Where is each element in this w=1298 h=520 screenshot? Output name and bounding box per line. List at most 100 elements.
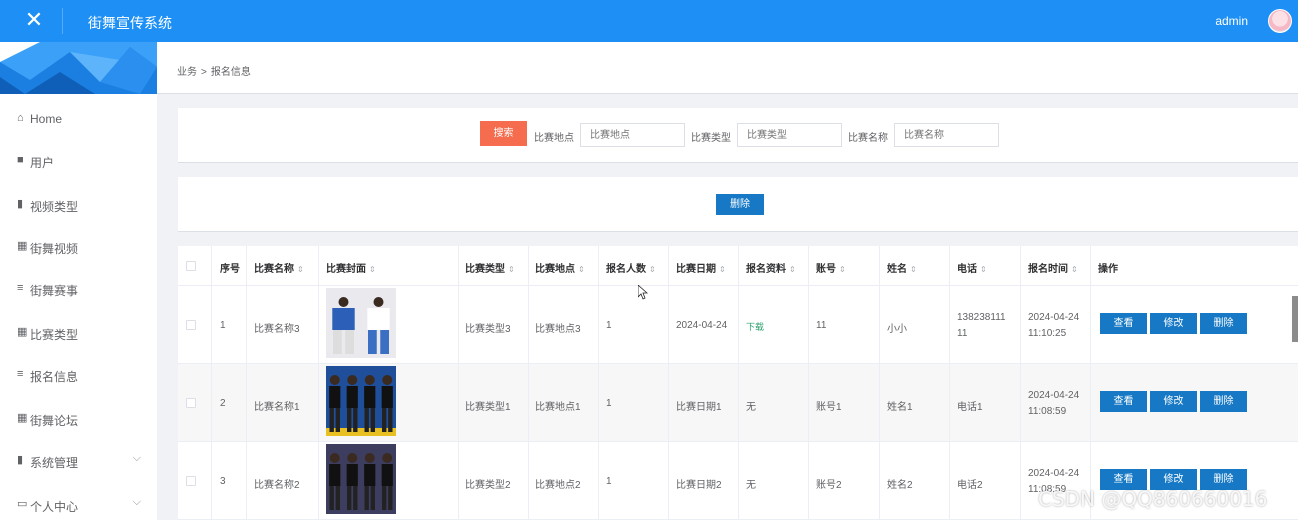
column-header[interactable]: 比赛封面 ⇕ — [326, 260, 376, 275]
sort-icon[interactable]: ⇕ — [649, 265, 656, 274]
column-divider — [318, 246, 319, 520]
column-header[interactable]: 比赛日期 ⇕ — [676, 260, 726, 275]
mouse-cursor-icon — [638, 285, 648, 300]
sidebar-item-8[interactable]: ▮ 系统管理 ⌵ — [0, 441, 157, 481]
breadcrumb-parent[interactable]: 业务 — [177, 67, 197, 78]
type-label: 比赛类型 — [691, 133, 731, 144]
edit-button[interactable]: 修改 — [1150, 391, 1197, 412]
batch-delete-button[interactable]: 删除 — [716, 194, 764, 215]
column-header[interactable]: 报名人数 ⇕ — [606, 260, 656, 275]
column-header[interactable]: 报名时间 ⇕ — [1028, 260, 1078, 275]
column-divider — [808, 246, 809, 520]
account: 11 — [816, 320, 827, 331]
column-divider — [246, 246, 247, 520]
grid-icon: ▦ — [17, 240, 28, 252]
column-header: 操作 — [1098, 260, 1118, 275]
delete-button[interactable]: 删除 — [1200, 313, 1247, 334]
row-checkbox[interactable] — [186, 398, 196, 408]
signup-time: 2024-04-24 11:08:59 — [1028, 388, 1079, 420]
column-header-label: 比赛封面 — [326, 264, 366, 275]
user-name[interactable]: admin — [1215, 14, 1248, 28]
column-header-label: 比赛地点 — [535, 264, 575, 275]
sort-icon[interactable]: ⇕ — [719, 265, 726, 274]
sidebar-item-4[interactable]: ≡ 街舞赛事 — [0, 269, 157, 309]
sort-icon[interactable]: ⇕ — [508, 265, 515, 274]
list-icon: ≡ — [17, 368, 24, 380]
edit-button[interactable]: 修改 — [1150, 313, 1197, 334]
column-header[interactable]: 电话 ⇕ — [957, 260, 987, 275]
list-icon: ≡ — [17, 282, 24, 294]
competition-name: 比赛名称2 — [254, 480, 300, 491]
sort-icon[interactable]: ⇕ — [369, 265, 376, 274]
search-panel: 搜索 比赛地点 比赛类型 比赛名称 — [178, 108, 1298, 163]
competition-type: 比赛类型1 — [465, 402, 511, 413]
sidebar-item-3[interactable]: ▦ 街舞视频 — [0, 227, 157, 267]
competition-cover-image — [326, 288, 396, 358]
competition-location: 比赛地点3 — [535, 324, 581, 335]
sort-icon[interactable]: ⇕ — [910, 265, 917, 274]
search-button[interactable]: 搜索 — [480, 121, 527, 146]
column-header[interactable]: 比赛名称 ⇕ — [254, 260, 304, 275]
avatar[interactable] — [1268, 9, 1292, 33]
row-index: 2 — [220, 398, 226, 409]
sidebar-item-2[interactable]: ▮ 视频类型 — [0, 185, 157, 225]
view-button[interactable]: 查看 — [1100, 313, 1147, 334]
phone-line: 138238111 — [957, 312, 1006, 323]
row-checkbox[interactable] — [186, 476, 196, 486]
column-header[interactable]: 比赛地点 ⇕ — [535, 260, 585, 275]
close-icon[interactable]: ✕ — [24, 8, 44, 32]
grid-icon: ▦ — [17, 412, 28, 424]
sidebar: ⌂ Home ■ 用户 ▮ 视频类型 ▦ 街舞视频 ≡ 街舞赛事 ▦ 比赛类型 ≡ 报名信息 ▦ 街舞论坛 ▮ 系… — [0, 42, 157, 520]
column-header[interactable]: 姓名 ⇕ — [887, 260, 917, 275]
person-name: 小小 — [887, 324, 907, 335]
column-header[interactable]: 比赛类型 ⇕ — [465, 260, 515, 275]
phone: 电话2 — [957, 480, 983, 491]
sidebar-item-1[interactable]: ■ 用户 — [0, 141, 157, 181]
sort-icon[interactable]: ⇕ — [578, 265, 585, 274]
person-name: 姓名1 — [887, 402, 913, 413]
column-header-label: 账号 — [816, 264, 836, 275]
column-header[interactable]: 账号 ⇕ — [816, 260, 846, 275]
sidebar-item-7[interactable]: ▦ 街舞论坛 — [0, 399, 157, 439]
sort-icon[interactable]: ⇕ — [1071, 265, 1078, 274]
column-divider — [1020, 246, 1021, 520]
select-all-checkbox[interactable] — [186, 261, 196, 271]
signup-date: 2024-04-24 — [1028, 468, 1080, 479]
delete-button[interactable]: 删除 — [1200, 391, 1247, 412]
sidebar-item-label: 用户 — [30, 156, 55, 170]
column-header-label: 比赛名称 — [254, 264, 294, 275]
competition-date: 比赛日期2 — [676, 480, 722, 491]
app-title: 街舞宣传系统 — [88, 15, 172, 31]
signup-date: 2024-04-24 — [1028, 390, 1080, 401]
row-checkbox[interactable] — [186, 320, 196, 330]
scrollbar[interactable] — [1292, 296, 1298, 342]
sort-icon[interactable]: ⇕ — [839, 265, 846, 274]
download-link[interactable]: 下载 — [746, 320, 764, 333]
column-header: 序号 — [220, 260, 240, 275]
watermark: CSDN @QQ860660016 — [1038, 487, 1268, 511]
action-panel: 删除 — [178, 177, 1298, 232]
sort-icon[interactable]: ⇕ — [980, 265, 987, 274]
person-name: 姓名2 — [887, 480, 913, 491]
sidebar-item-6[interactable]: ≡ 报名信息 — [0, 355, 157, 395]
breadcrumb-current: 报名信息 — [210, 67, 251, 78]
sort-icon[interactable]: ⇕ — [789, 265, 796, 274]
sidebar-item-5[interactable]: ▦ 比赛类型 — [0, 313, 157, 353]
column-header[interactable]: 报名资料 ⇕ — [746, 260, 796, 275]
column-divider — [949, 246, 950, 520]
sidebar-item-0[interactable]: ⌂ Home — [0, 99, 157, 139]
view-button[interactable]: 查看 — [1100, 391, 1147, 412]
sidebar-item-9[interactable]: ▭ 个人中心 ⌵ — [0, 485, 157, 520]
signup-material: 无 — [746, 402, 756, 413]
sort-icon[interactable]: ⇕ — [297, 265, 304, 274]
row-index: 1 — [220, 320, 226, 331]
type-input[interactable] — [737, 123, 842, 147]
column-divider — [668, 246, 669, 520]
location-input[interactable] — [580, 123, 685, 147]
column-divider — [598, 246, 599, 520]
column-header-label: 报名资料 — [746, 264, 786, 275]
location-label: 比赛地点 — [534, 133, 574, 144]
competition-name: 比赛名称1 — [254, 402, 300, 413]
home-icon: ⌂ — [17, 112, 24, 124]
name-input[interactable] — [894, 123, 999, 147]
